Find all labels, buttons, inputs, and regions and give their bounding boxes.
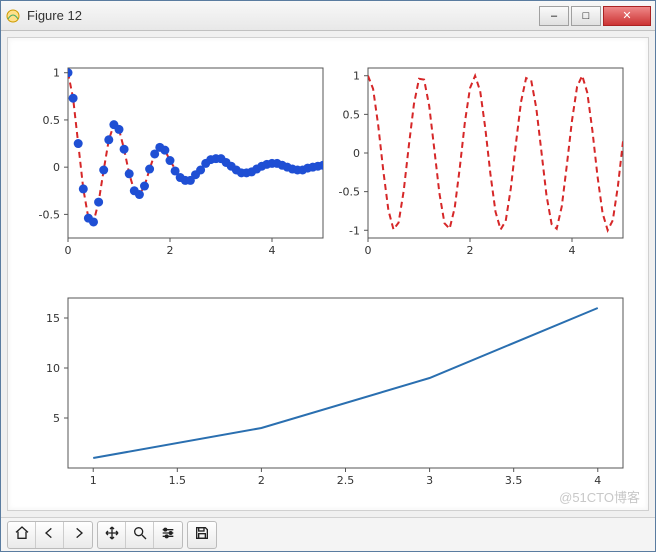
svg-text:1.5: 1.5 — [169, 474, 187, 487]
configure-button[interactable] — [154, 522, 182, 548]
svg-text:2: 2 — [258, 474, 265, 487]
window-buttons: – □ ✕ — [537, 6, 651, 26]
svg-text:0: 0 — [65, 244, 72, 257]
svg-text:15: 15 — [46, 312, 60, 325]
arrow-right-icon — [70, 525, 86, 544]
save-icon — [194, 525, 210, 544]
titlebar: Figure 12 – □ ✕ — [1, 1, 655, 31]
forward-button[interactable] — [64, 522, 92, 548]
svg-text:1: 1 — [53, 67, 60, 80]
move-icon — [104, 525, 120, 544]
plots-svg: 024-0.500.51024-1-0.500.5111.522.533.545… — [8, 38, 648, 508]
svg-text:0: 0 — [353, 147, 360, 160]
svg-text:-0.5: -0.5 — [39, 208, 60, 221]
figure-canvas-area: 024-0.500.51024-1-0.500.5111.522.533.545… — [7, 37, 649, 511]
svg-text:-0.5: -0.5 — [339, 186, 360, 199]
svg-text:10: 10 — [46, 362, 60, 375]
arrow-left-icon — [42, 525, 58, 544]
svg-text:0.5: 0.5 — [43, 114, 61, 127]
figure-window: Figure 12 – □ ✕ 024-0.500.51024-1-0.500.… — [0, 0, 656, 552]
svg-text:5: 5 — [53, 412, 60, 425]
svg-text:0.5: 0.5 — [343, 108, 361, 121]
svg-text:0: 0 — [365, 244, 372, 257]
home-button[interactable] — [8, 522, 36, 548]
close-button[interactable]: ✕ — [603, 6, 651, 26]
save-button[interactable] — [188, 522, 216, 548]
svg-text:3.5: 3.5 — [505, 474, 523, 487]
svg-text:4: 4 — [594, 474, 601, 487]
mpl-toolbar — [1, 517, 655, 551]
svg-text:1: 1 — [353, 70, 360, 83]
pan-button[interactable] — [98, 522, 126, 548]
svg-text:3: 3 — [426, 474, 433, 487]
back-button[interactable] — [36, 522, 64, 548]
svg-text:1: 1 — [90, 474, 97, 487]
svg-text:4: 4 — [269, 244, 276, 257]
svg-text:2: 2 — [467, 244, 474, 257]
app-icon — [5, 8, 21, 24]
svg-text:2.5: 2.5 — [337, 474, 355, 487]
sliders-icon — [160, 525, 176, 544]
zoom-button[interactable] — [126, 522, 154, 548]
svg-text:2: 2 — [167, 244, 174, 257]
maximize-button[interactable]: □ — [571, 6, 601, 26]
window-title: Figure 12 — [27, 8, 537, 23]
home-icon — [14, 525, 30, 544]
svg-text:0: 0 — [53, 161, 60, 174]
minimize-button[interactable]: – — [539, 6, 569, 26]
svg-text:4: 4 — [569, 244, 576, 257]
svg-text:-1: -1 — [349, 224, 360, 237]
zoom-icon — [132, 525, 148, 544]
